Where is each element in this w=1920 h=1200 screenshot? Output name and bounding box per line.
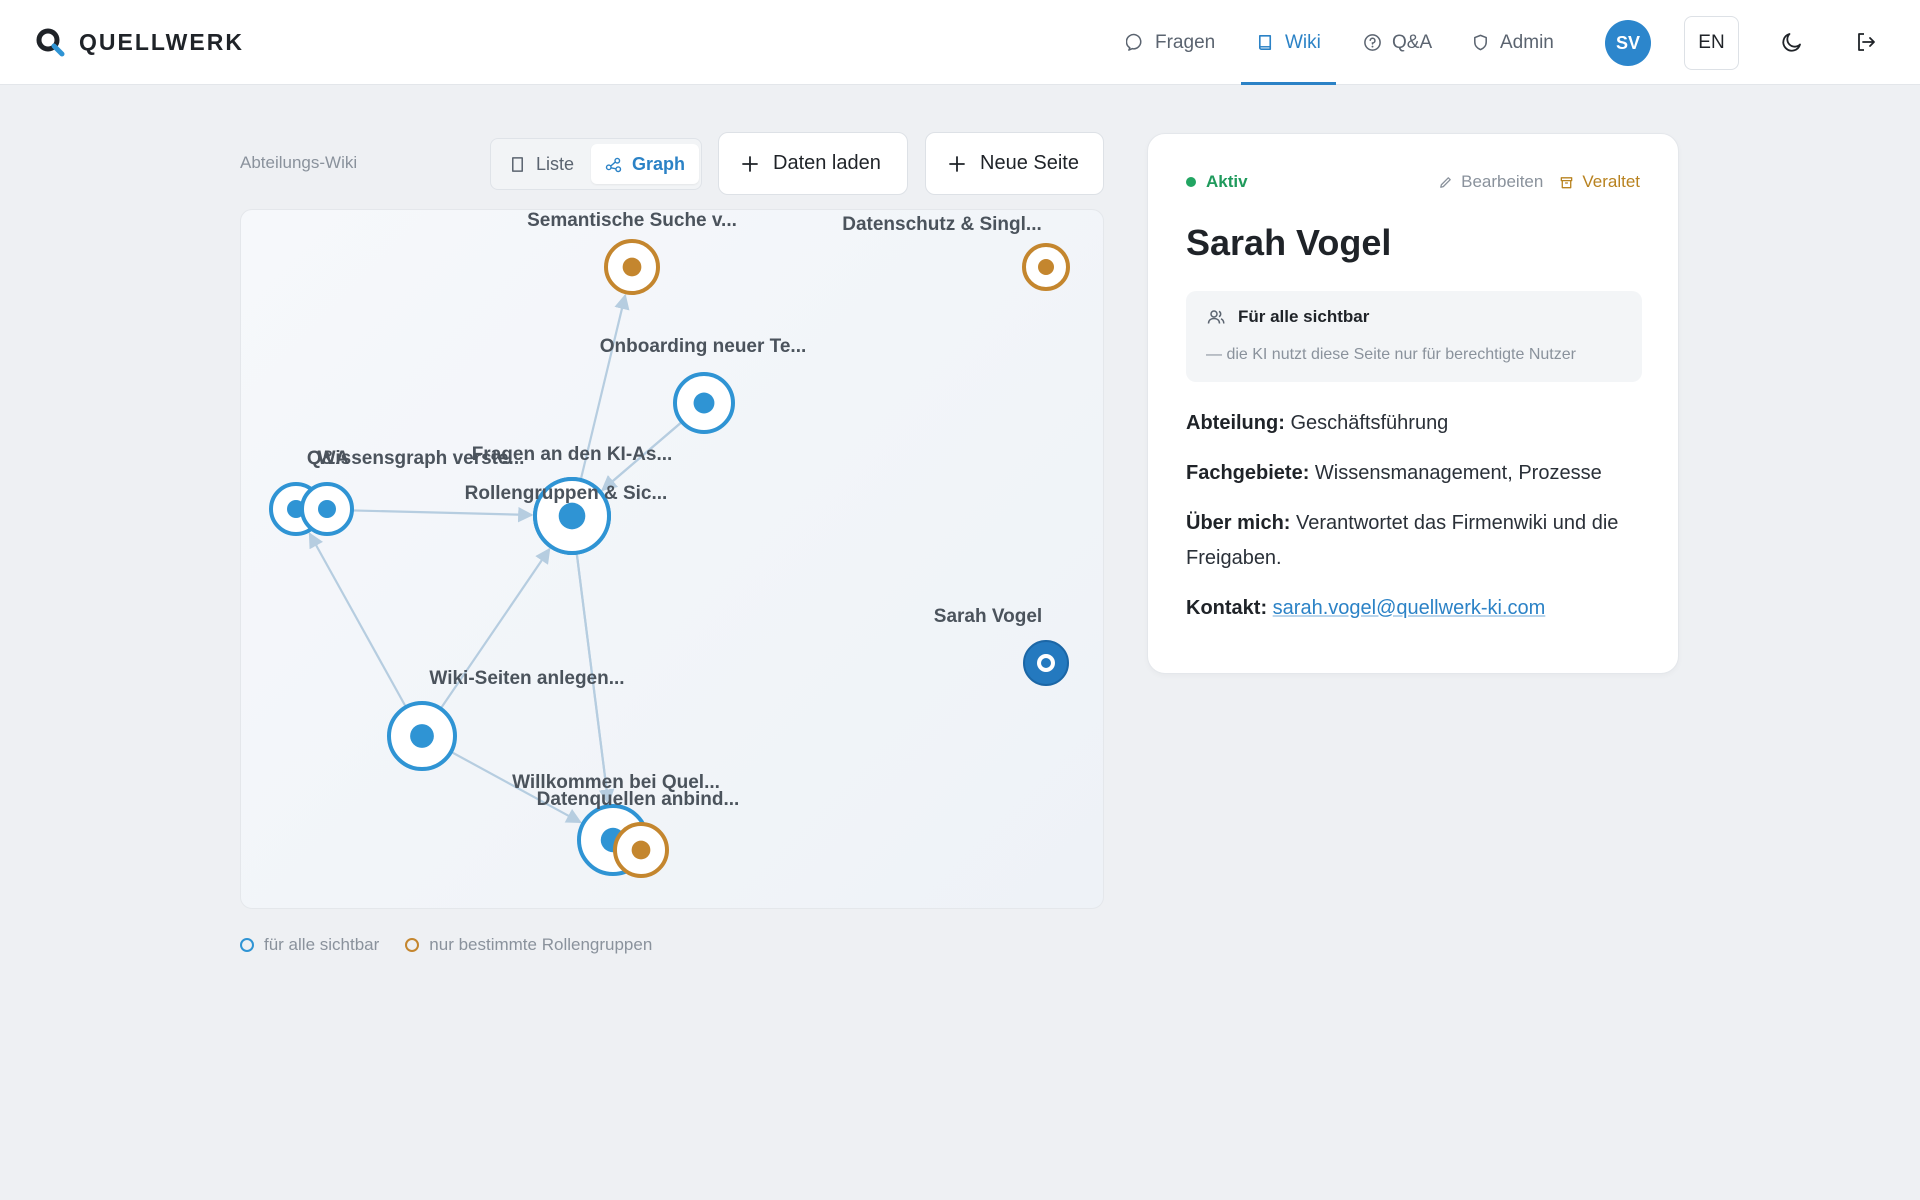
logout-icon [1858,33,1875,51]
graph-edge [570,515,615,805]
view-list-label: Liste [536,153,575,174]
graph-node[interactable] [1022,243,1070,291]
edit-button[interactable]: Bearbeiten [1438,172,1543,192]
language-toggle-button[interactable]: EN [1684,16,1739,70]
graph-node-label: Wiki-Seiten anlegen... [429,668,624,689]
legend-public: für alle sichtbar [240,935,379,955]
logout-button[interactable] [1848,24,1884,60]
nav-item-admin[interactable]: Admin [1471,0,1554,85]
view-list-option[interactable]: Liste [495,144,588,184]
graph-svg: Semantische Suche v... Datenschutz & Sing… [269,210,1070,878]
section-label: Abteilungs-Wiki [240,153,358,172]
field-about: Über mich: Verantwortet das Firmenwiki u… [1186,506,1642,576]
card-actions: Bearbeiten Veraltet [1422,172,1640,192]
archive-icon [1561,176,1573,188]
status-badge: Aktiv [1186,172,1248,192]
page-detail-card: Aktiv Bearbeiten Veraltet Sarah Vogel Fü… [1147,133,1679,674]
mark-outdated-button[interactable]: Veraltet [1559,172,1640,192]
field-department: Abteilung: Geschäftsführung [1186,406,1642,441]
graph-node-label: Datenquellen anbind... [537,789,740,810]
edit-label: Bearbeiten [1461,172,1544,191]
nav-label: Admin [1500,31,1554,53]
view-graph-label: Graph [632,153,686,174]
legend-public-label: für alle sichtbar [264,935,380,954]
page-title: Sarah Vogel [1186,222,1392,263]
about-label: Über mich: [1186,512,1291,534]
nav-label: Fragen [1155,31,1216,53]
public-dot-icon [240,938,254,952]
restricted-dot-icon [405,938,420,952]
load-data-label: Daten laden [773,152,881,174]
shield-icon [1474,34,1487,51]
search-logo-icon [36,28,65,57]
department-value: Geschäftsführung [1290,412,1449,434]
status-dot-icon [1186,177,1196,187]
book-icon [1258,35,1272,50]
question-circle-icon [1364,34,1381,51]
expertise-value: Wissensmanagement, Prozesse [1314,462,1602,484]
brand[interactable]: QUELLWERK [35,26,244,58]
graph-node-label: Semantische Suche v... [527,210,737,231]
load-data-button[interactable]: Daten laden [718,132,908,195]
visibility-info: Für alle sichtbar — die KI nutzt diese S… [1186,291,1642,382]
nav-item-fragen[interactable]: Fragen [1126,0,1215,85]
pencil-icon [1440,176,1451,188]
users-icon [1207,310,1225,324]
graph-node[interactable] [300,482,354,536]
expertise-label: Fachgebiete: [1186,462,1310,484]
nav-label: Wiki [1285,31,1321,53]
plus-icon [742,155,758,172]
graph-node[interactable] [1023,640,1069,686]
wiki-graph-canvas[interactable]: Semantische Suche v... Datenschutz & Sing… [240,209,1104,909]
legend-restricted: nur bestimmte Rollengruppen [405,935,652,955]
active-tab-indicator [1241,82,1336,85]
graph-node[interactable] [613,822,669,878]
new-page-label: Neue Seite [980,152,1079,174]
new-page-button[interactable]: Neue Seite [925,132,1104,195]
status-label: Aktiv [1206,172,1248,191]
nav-item-wiki[interactable]: Wiki [1241,0,1336,85]
nav-item-qa[interactable]: Q&A [1363,0,1432,85]
department-label: Abteilung: [1186,412,1285,434]
view-graph-option[interactable]: Graph [591,144,700,184]
user-avatar[interactable]: SV [1605,20,1651,66]
graph-node-label: Rollengruppen & Sic... [465,483,668,504]
graph-nodes: Semantische Suche v... Datenschutz & Sing… [269,210,1070,878]
page-icon [512,156,523,172]
legend-restricted-label: nur bestimmte Rollengruppen [429,935,653,954]
graph-legend: für alle sichtbar nur bestimmte Rollengr… [240,935,678,955]
graph-node-label: Datenschutz & Singl... [842,214,1042,235]
graph-node[interactable] [673,372,735,434]
graph-node[interactable] [387,701,457,771]
chat-bubble-icon [1126,33,1142,51]
top-navigation-bar: QUELLWERK Fragen Wiki Q&A Admin SV EN [0,0,1920,85]
dark-mode-toggle[interactable] [1774,24,1810,60]
graph-node-label: Onboarding neuer Te... [600,336,807,357]
contact-email-link[interactable]: sarah.vogel@quellwerk-ki.com [1273,597,1546,619]
visibility-note: — die KI nutzt diese Seite nur für berec… [1206,346,1576,363]
visibility-heading: Für alle sichtbar [1206,307,1369,327]
nav-label: Q&A [1392,31,1433,53]
view-toggle: Liste Graph [490,138,702,190]
outdated-label: Veraltet [1582,172,1640,191]
graph-node[interactable] [604,239,660,295]
graph-node-label: Sarah Vogel [934,606,1042,627]
graph-edges [295,293,705,856]
plus-icon [949,155,965,172]
moon-icon [1782,33,1801,52]
field-expertise: Fachgebiete: Wissensmanagement, Prozesse [1186,456,1642,491]
brand-name: QUELLWERK [79,28,244,55]
visibility-title: Für alle sichtbar [1238,307,1370,326]
field-contact: Kontakt: sarah.vogel@quellwerk-ki.com [1186,591,1642,626]
graph-node-label: Fragen an den KI-As... [472,444,673,465]
graph-icon [605,157,622,172]
contact-label: Kontakt: [1186,597,1268,619]
